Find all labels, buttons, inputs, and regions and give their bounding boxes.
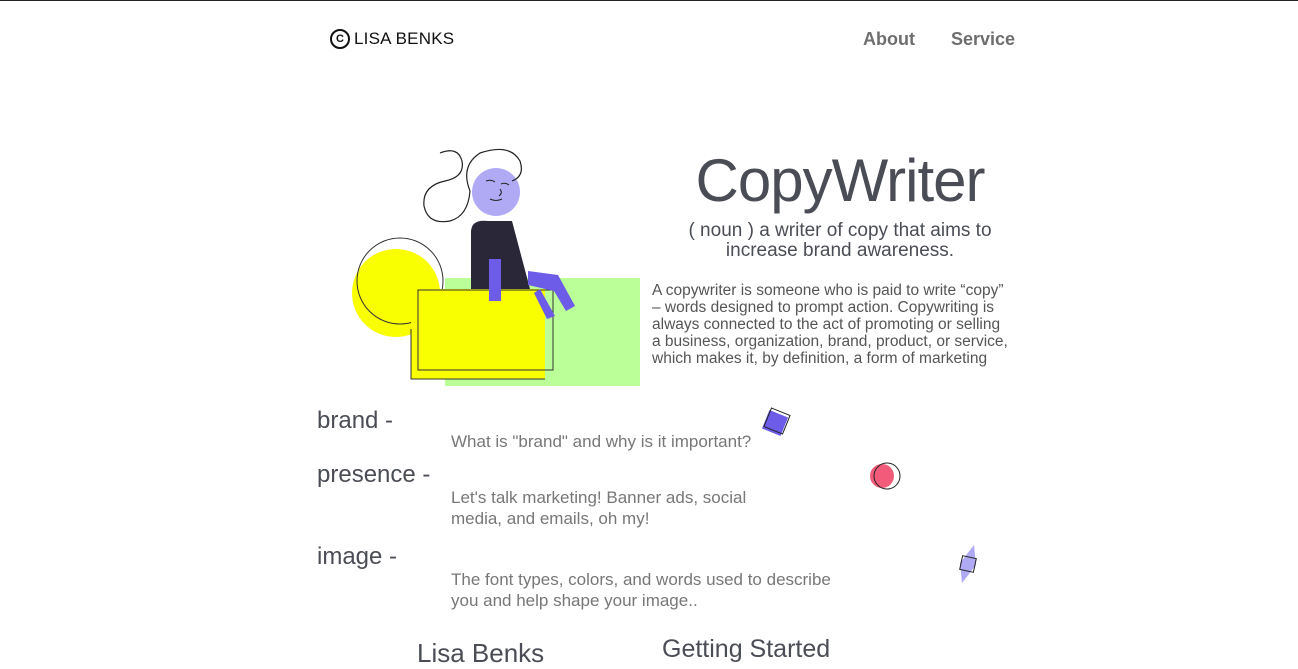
nav-service[interactable]: Service	[951, 29, 1015, 50]
footer-heading-started: Getting Started	[662, 635, 831, 663]
topic-brand-text: What is "brand" and why is it important?	[451, 432, 752, 451]
topic-presence-text: Let's talk marketing! Banner ads, social…	[451, 488, 747, 528]
cube-icon	[761, 407, 791, 437]
topic-presence-title: presence -	[317, 461, 431, 488]
copyright-icon: C	[330, 29, 350, 49]
logo-text: LISA BENKS	[354, 29, 455, 48]
figure-head	[472, 168, 520, 216]
circle-pair-icon	[870, 462, 901, 490]
logo[interactable]: C LISA BENKS	[330, 29, 454, 49]
hero-subtitle: ( noun ) a writer of copy that aims to i…	[688, 220, 992, 261]
hero-illustration	[352, 148, 640, 386]
figure-arm-left	[489, 259, 501, 301]
footer-heading-name: Lisa Benks	[417, 638, 545, 668]
topic-image-text: The font types, colors, and words used t…	[451, 570, 831, 610]
diamond-icon	[959, 545, 977, 583]
yellow-box	[411, 289, 545, 379]
topic-image-title: image -	[317, 543, 398, 570]
page-title: CopyWriter	[695, 147, 986, 214]
nav-about[interactable]: About	[863, 29, 915, 50]
topic-brand-title: brand -	[317, 407, 394, 434]
hero-description: A copywriter is someone who is paid to w…	[652, 282, 1008, 367]
